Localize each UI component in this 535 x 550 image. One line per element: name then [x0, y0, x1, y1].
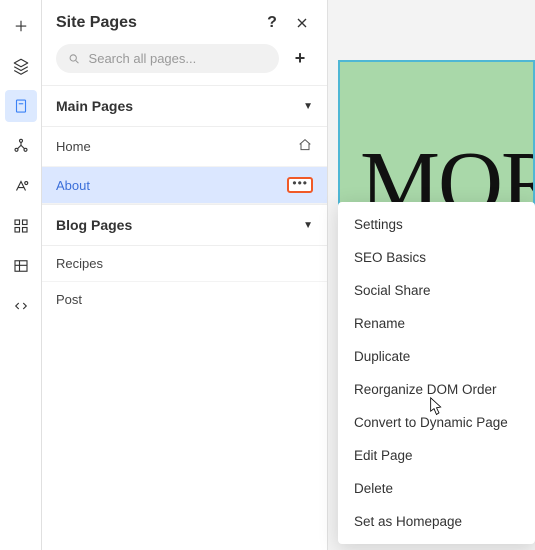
rail-theme[interactable]	[5, 170, 37, 202]
chevron-down-icon: ▼	[303, 101, 313, 112]
page-context-menu: Settings SEO Basics Social Share Rename …	[338, 202, 535, 544]
rail-pages[interactable]	[5, 90, 37, 122]
search-box[interactable]	[56, 44, 279, 73]
menu-duplicate[interactable]: Duplicate	[338, 340, 535, 373]
menu-edit[interactable]: Edit Page	[338, 439, 535, 472]
menu-delete[interactable]: Delete	[338, 472, 535, 505]
tool-rail	[0, 0, 42, 550]
page-item-home[interactable]: Home	[42, 127, 327, 167]
cursor-icon	[424, 396, 444, 423]
more-actions-button[interactable]: •••	[287, 177, 313, 193]
menu-seo[interactable]: SEO Basics	[338, 241, 535, 274]
home-icon	[297, 137, 313, 156]
rail-data[interactable]	[5, 250, 37, 282]
chevron-down-icon: ▼	[303, 220, 313, 231]
page-item-recipes[interactable]: Recipes	[42, 246, 327, 282]
section-title: Main Pages	[56, 98, 133, 114]
rail-add[interactable]	[5, 10, 37, 42]
page-label: About	[56, 178, 90, 193]
rail-layers[interactable]	[5, 50, 37, 82]
page-item-about[interactable]: About •••	[42, 167, 327, 204]
help-icon[interactable]: ?	[261, 12, 283, 34]
rail-apps[interactable]	[5, 210, 37, 242]
section-blog-pages[interactable]: Blog Pages ▼	[42, 204, 327, 246]
ellipsis-icon: •••	[292, 177, 308, 189]
page-label: Recipes	[56, 256, 103, 271]
page-item-post[interactable]: Post	[42, 282, 327, 317]
menu-homepage[interactable]: Set as Homepage	[338, 505, 535, 538]
search-icon	[68, 52, 81, 66]
rail-code[interactable]	[5, 290, 37, 322]
section-title: Blog Pages	[56, 217, 132, 233]
page-label: Post	[56, 292, 82, 307]
rail-connections[interactable]	[5, 130, 37, 162]
pages-panel: Site Pages ? + Main Pages ▼ Home About •…	[42, 0, 328, 550]
menu-settings[interactable]: Settings	[338, 208, 535, 241]
panel-header: Site Pages ?	[42, 0, 327, 44]
panel-title: Site Pages	[56, 14, 253, 32]
add-page-button[interactable]: +	[287, 46, 313, 72]
page-label: Home	[56, 139, 91, 154]
menu-social[interactable]: Social Share	[338, 274, 535, 307]
close-icon[interactable]	[291, 12, 313, 34]
section-main-pages[interactable]: Main Pages ▼	[42, 85, 327, 127]
menu-rename[interactable]: Rename	[338, 307, 535, 340]
search-input[interactable]	[89, 51, 267, 66]
